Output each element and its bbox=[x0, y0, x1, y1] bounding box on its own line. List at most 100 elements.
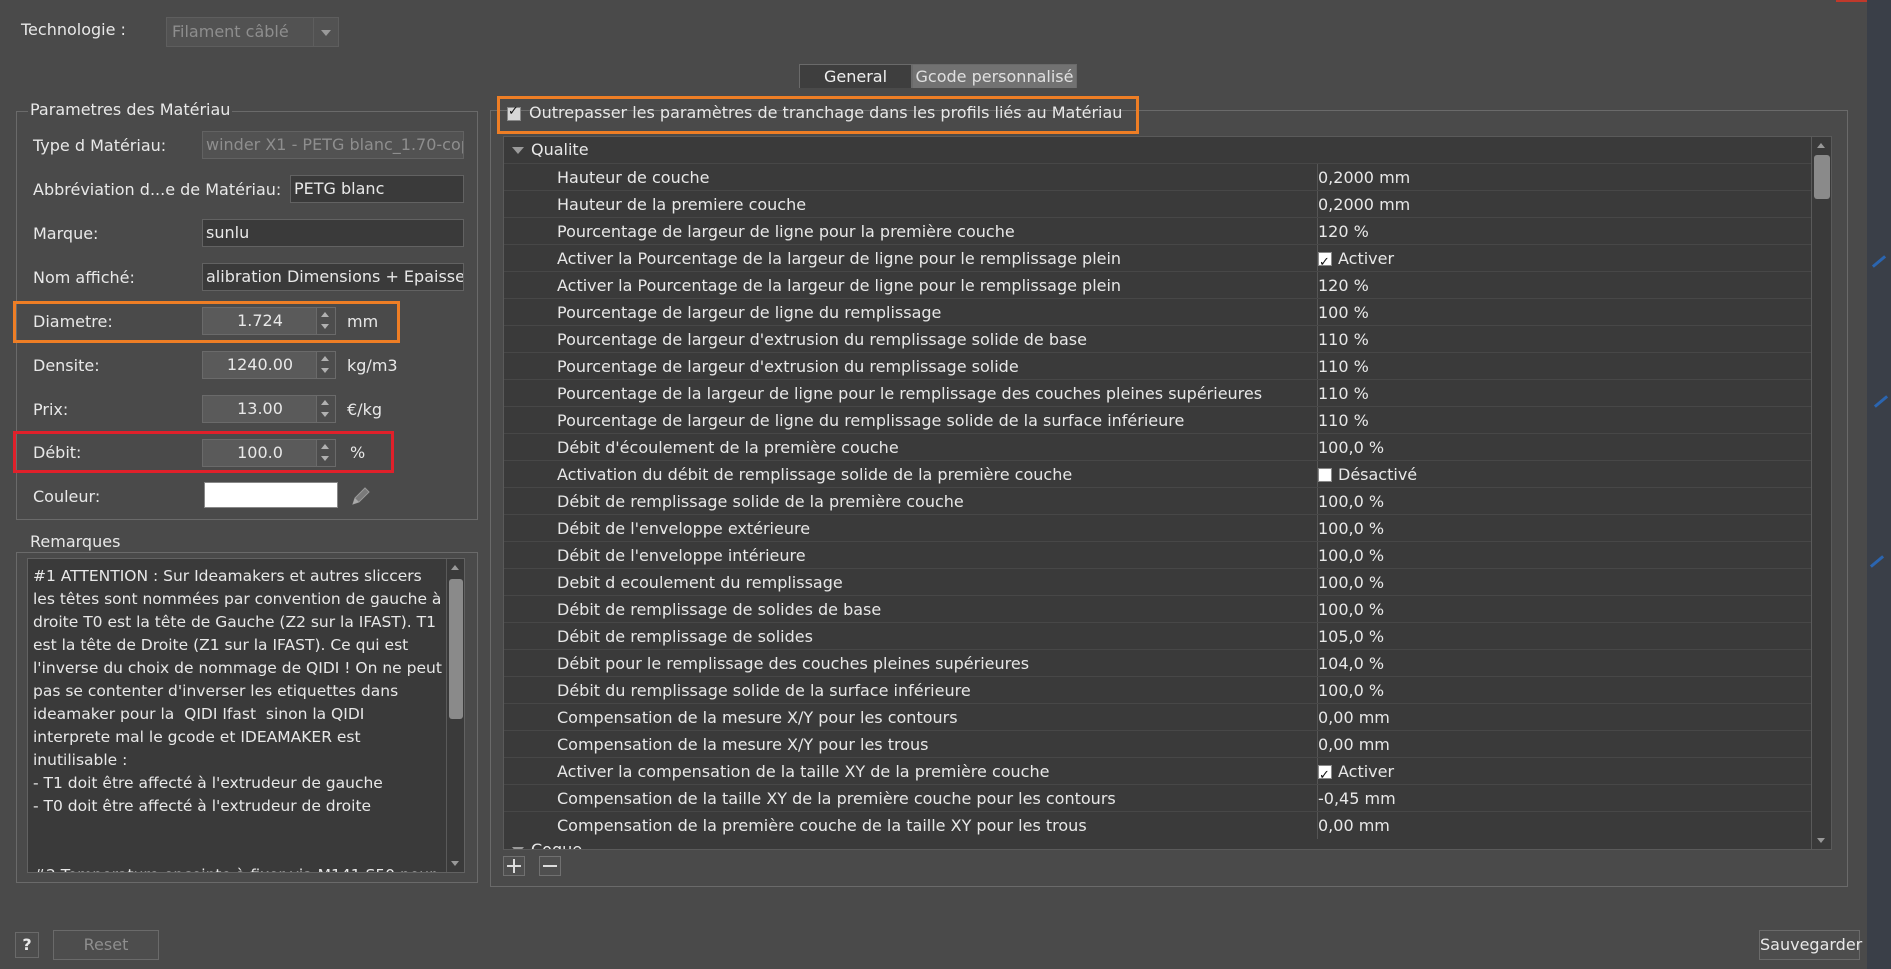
settings-table: Qualite Hauteur de couche 0,2000 mm Hauteu… bbox=[503, 136, 1832, 850]
remarks-scrollbar[interactable] bbox=[446, 559, 464, 872]
table-scrollbar[interactable] bbox=[1811, 137, 1831, 849]
table-row[interactable]: Débit de l'enveloppe extérieure 100,0 % bbox=[504, 514, 1829, 542]
pencil-icon[interactable] bbox=[349, 484, 373, 508]
setting-value[interactable]: 120 % bbox=[1318, 272, 1369, 299]
setting-name: Pourcentage de largeur d'extrusion du re… bbox=[557, 330, 1087, 349]
table-row[interactable]: Compensation de la taille XY de la premi… bbox=[504, 784, 1829, 812]
chevron-down-icon[interactable] bbox=[313, 18, 338, 46]
table-row[interactable]: Compensation de la première couche de la… bbox=[504, 811, 1829, 839]
setting-value[interactable]: 0,00 mm bbox=[1318, 731, 1390, 758]
table-row[interactable]: Pourcentage de largeur de ligne du rempl… bbox=[504, 406, 1829, 434]
scroll-up-arrow[interactable] bbox=[1813, 137, 1831, 153]
table-row[interactable]: Débit de remplissage solide de la premiè… bbox=[504, 487, 1829, 515]
table-row[interactable]: Activer la Pourcentage de la largeur de … bbox=[504, 271, 1829, 299]
price-stepper[interactable] bbox=[316, 396, 335, 422]
diameter-stepper[interactable] bbox=[316, 308, 335, 334]
setting-value[interactable]: 105,0 % bbox=[1318, 623, 1384, 650]
color-swatch[interactable] bbox=[204, 482, 338, 508]
setting-value[interactable]: Activer bbox=[1318, 245, 1394, 276]
override-checkbox[interactable] bbox=[507, 104, 521, 121]
table-row[interactable]: Débit de l'enveloppe intérieure 100,0 % bbox=[504, 541, 1829, 569]
density-spinbox[interactable]: 1240.00 bbox=[202, 351, 336, 379]
table-row[interactable]: Débit du remplissage solide de la surfac… bbox=[504, 676, 1829, 704]
table-row[interactable]: Débit d'écoulement de la première couche… bbox=[504, 433, 1829, 461]
density-stepper[interactable] bbox=[316, 352, 335, 378]
table-row[interactable]: Compensation de la mesure X/Y pour les c… bbox=[504, 703, 1829, 731]
table-row[interactable]: Compensation de la mesure X/Y pour les t… bbox=[504, 730, 1829, 758]
technology-dropdown[interactable]: Filament câblé bbox=[166, 17, 339, 47]
setting-value[interactable]: 100 % bbox=[1318, 299, 1369, 326]
chevron-down-icon[interactable] bbox=[512, 147, 524, 154]
table-row[interactable]: Activer la compensation de la taille XY … bbox=[504, 757, 1829, 789]
setting-value[interactable]: 100,0 % bbox=[1318, 488, 1384, 515]
tab-general[interactable]: General bbox=[799, 64, 912, 88]
remarks-textarea[interactable]: #1 ATTENTION : Sur Ideamakers et autres … bbox=[27, 558, 465, 873]
flow-stepper[interactable] bbox=[316, 440, 335, 466]
tab-gcode-personnalise[interactable]: Gcode personnalisé bbox=[912, 64, 1077, 88]
reset-button[interactable]: Reset bbox=[53, 930, 159, 960]
setting-value[interactable]: 110 % bbox=[1318, 353, 1369, 380]
table-row[interactable]: Pourcentage de largeur d'extrusion du re… bbox=[504, 352, 1829, 380]
scroll-down-arrow[interactable] bbox=[1813, 833, 1831, 849]
setting-name: Débit de l'enveloppe extérieure bbox=[557, 519, 811, 538]
setting-value[interactable]: 110 % bbox=[1318, 326, 1369, 353]
setting-value[interactable]: 0,00 mm bbox=[1318, 704, 1390, 731]
display-name-field[interactable]: alibration Dimensions + Epaisseur bbox=[202, 263, 464, 291]
diameter-value[interactable]: 1.724 bbox=[203, 308, 317, 334]
price-spinbox[interactable]: 13.00 bbox=[202, 395, 336, 423]
setting-checkbox[interactable] bbox=[1318, 762, 1332, 789]
table-row[interactable]: Pourcentage de largeur de ligne du rempl… bbox=[504, 298, 1829, 326]
save-button[interactable]: Sauvegarder bbox=[1759, 930, 1862, 960]
table-row[interactable]: Debit d ecoulement du remplissage 100,0 % bbox=[504, 568, 1829, 596]
table-row[interactable]: Pourcentage de largeur de ligne pour la … bbox=[504, 217, 1829, 245]
scroll-down-arrow[interactable] bbox=[447, 856, 464, 872]
diameter-spinbox[interactable]: 1.724 bbox=[202, 307, 336, 335]
add-setting-button[interactable] bbox=[503, 856, 525, 876]
material-type-field[interactable]: winder X1 - PETG blanc_1.70-copy bbox=[202, 131, 464, 159]
flow-spinbox[interactable]: 100.0 bbox=[202, 439, 336, 467]
price-value[interactable]: 13.00 bbox=[203, 396, 317, 422]
setting-value[interactable]: 100,0 % bbox=[1318, 569, 1384, 596]
setting-value[interactable]: 100,0 % bbox=[1318, 515, 1384, 542]
override-label[interactable]: Outrepasser les paramètres de tranchage … bbox=[529, 103, 1122, 122]
scroll-thumb[interactable] bbox=[449, 579, 463, 719]
chevron-down-icon[interactable] bbox=[512, 847, 524, 849]
table-row[interactable]: Pourcentage de largeur d'extrusion du re… bbox=[504, 325, 1829, 353]
setting-value[interactable]: 100,0 % bbox=[1318, 542, 1384, 569]
setting-value[interactable]: 120 % bbox=[1318, 218, 1369, 245]
scroll-up-arrow[interactable] bbox=[447, 559, 464, 575]
setting-value[interactable]: 0,2000 mm bbox=[1318, 164, 1410, 191]
setting-name: Activer la Pourcentage de la largeur de … bbox=[557, 249, 1122, 268]
table-row[interactable]: Activation du débit de remplissage solid… bbox=[504, 460, 1829, 488]
remarks-text[interactable]: #1 ATTENTION : Sur Ideamakers et autres … bbox=[33, 565, 445, 872]
setting-value[interactable]: Activer bbox=[1318, 758, 1394, 789]
setting-value[interactable]: 110 % bbox=[1318, 407, 1369, 434]
setting-value[interactable]: Désactivé bbox=[1318, 461, 1417, 488]
table-row[interactable]: Hauteur de la premiere couche 0,2000 mm bbox=[504, 190, 1829, 218]
abbreviation-field[interactable]: PETG blanc bbox=[290, 175, 464, 203]
table-row[interactable]: Pourcentage de la largeur de ligne pour … bbox=[504, 379, 1829, 407]
flow-value[interactable]: 100.0 bbox=[203, 440, 317, 466]
setting-value[interactable]: -0,45 mm bbox=[1318, 785, 1396, 812]
table-row[interactable]: Débit pour le remplissage des couches pl… bbox=[504, 649, 1829, 677]
display-name-label: Nom affiché: bbox=[33, 268, 135, 287]
setting-value[interactable]: 100,0 % bbox=[1318, 596, 1384, 623]
density-value[interactable]: 1240.00 bbox=[203, 352, 317, 378]
setting-value[interactable]: 104,0 % bbox=[1318, 650, 1384, 677]
setting-checkbox[interactable] bbox=[1318, 249, 1332, 276]
setting-checkbox[interactable] bbox=[1318, 468, 1332, 482]
setting-value[interactable]: 100,0 % bbox=[1318, 677, 1384, 704]
remove-setting-button[interactable] bbox=[539, 856, 561, 876]
scroll-thumb[interactable] bbox=[1814, 155, 1830, 199]
setting-value[interactable]: 0,00 mm bbox=[1318, 812, 1390, 839]
setting-value[interactable]: 0,2000 mm bbox=[1318, 191, 1410, 218]
table-row[interactable]: Hauteur de couche 0,2000 mm bbox=[504, 163, 1829, 191]
table-row[interactable]: Débit de remplissage de solides de base 1… bbox=[504, 595, 1829, 623]
setting-value[interactable]: 110 % bbox=[1318, 380, 1369, 407]
table-row[interactable]: Débit de remplissage de solides 105,0 % bbox=[504, 622, 1829, 650]
brand-field[interactable]: sunlu bbox=[202, 219, 464, 247]
help-button[interactable]: ? bbox=[15, 932, 39, 958]
setting-name: Débit de remplissage solide de la premiè… bbox=[557, 492, 964, 511]
setting-value[interactable]: 100,0 % bbox=[1318, 434, 1384, 461]
table-row[interactable]: Activer la Pourcentage de la largeur de … bbox=[504, 244, 1829, 276]
